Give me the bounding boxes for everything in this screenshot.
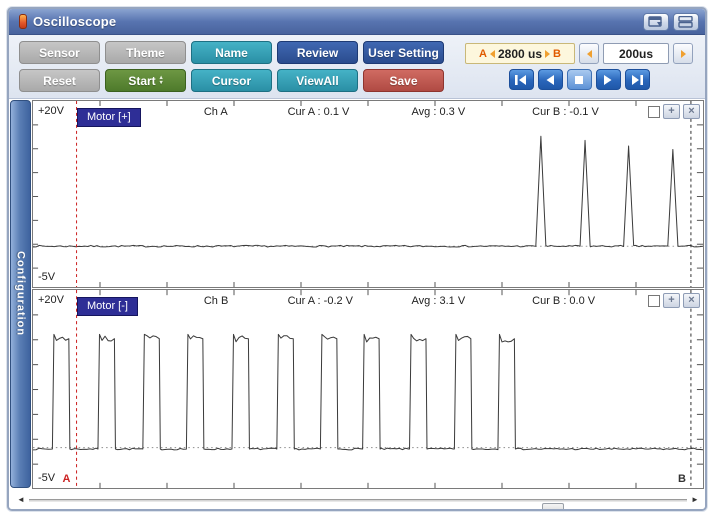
timebase-increase-button[interactable] (673, 43, 693, 64)
panel-a-title-badge[interactable]: Motor [+] (77, 108, 141, 127)
channel-b-waveform (33, 290, 703, 488)
name-button[interactable]: Name (191, 41, 272, 64)
panel-b-cursor-b-readout: Cur B : 0.0 V (532, 295, 595, 307)
oscilloscope-window: Oscilloscope Sensor Theme Name Review Us… (7, 7, 707, 511)
time-row: A 2800 us B 200us (465, 43, 693, 64)
window-layout-icon (678, 16, 694, 28)
main-area: Configuration +20V Motor [+] Ch A Cur A … (9, 99, 705, 489)
interval-right-arrow-icon (545, 50, 550, 58)
window-title: Oscilloscope (33, 14, 639, 29)
panel-a-close-button[interactable]: × (683, 104, 700, 119)
step-back-icon (542, 74, 558, 86)
panel-a-cursor-a-readout: Cur A : 0.1 V (288, 106, 350, 118)
panel-b-expand-button[interactable]: + (663, 293, 680, 308)
skip-to-start-icon (513, 74, 529, 86)
panel-b-vmin-label: -5V (38, 472, 55, 484)
skip-to-end-button[interactable] (625, 69, 650, 90)
stop-icon (571, 74, 587, 86)
panel-a-controls: + × (648, 104, 700, 119)
panel-b-controls: + × (648, 293, 700, 308)
start-label: Start (128, 74, 155, 88)
reset-button[interactable]: Reset (19, 69, 100, 92)
scroll-left-button[interactable]: ◄ (15, 493, 27, 505)
panel-b-channel-label: Ch B (204, 295, 228, 307)
sensor-button[interactable]: Sensor (19, 41, 100, 64)
toolbar-button-grid: Sensor Theme Name Review User Setting Re… (19, 41, 444, 92)
horizontal-scrollbar: ◄ ► (9, 489, 705, 509)
timebase-decrease-button[interactable] (579, 43, 599, 64)
cursor-button[interactable]: Cursor (191, 69, 272, 92)
cursor-a-marker-label[interactable]: A (63, 473, 71, 485)
play-icon (600, 74, 616, 86)
channel-a-waveform (33, 101, 703, 287)
play-forward-button[interactable] (596, 69, 621, 90)
viewall-button[interactable]: ViewAll (277, 69, 358, 92)
skip-to-end-icon (629, 74, 645, 86)
ab-interval-display: A 2800 us B (465, 43, 575, 64)
panel-b-cursor-a-readout: Cur A : -0.2 V (288, 295, 353, 307)
window-popout-icon (648, 16, 664, 28)
start-button[interactable]: Start ▴▾ (105, 69, 186, 92)
timebase-display: 200us (603, 43, 669, 64)
panel-b-checkbox[interactable] (648, 295, 660, 307)
configuration-label: Configuration (15, 251, 27, 336)
panel-a-channel-label: Ch A (204, 106, 228, 118)
screenshot-stage: Oscilloscope Sensor Theme Name Review Us… (0, 0, 715, 520)
transport-controls (509, 69, 650, 90)
panel-a-checkbox[interactable] (648, 106, 660, 118)
panel-b-close-button[interactable]: × (683, 293, 700, 308)
time-controls: A 2800 us B 200us (465, 43, 695, 90)
scrollbar-thumb[interactable] (542, 503, 564, 511)
panel-a-avg-readout: Avg : 0.3 V (412, 106, 466, 118)
panel-b-vmax-label: +20V (38, 294, 64, 306)
channel-a-panel: +20V Motor [+] Ch A Cur A : 0.1 V Avg : … (32, 100, 704, 288)
panel-a-expand-button[interactable]: + (663, 104, 680, 119)
scope-panels: +20V Motor [+] Ch A Cur A : 0.1 V Avg : … (32, 100, 704, 489)
timebase-right-arrow-icon (681, 50, 686, 58)
interval-left-arrow-icon (490, 50, 495, 58)
save-button[interactable]: Save (363, 69, 444, 92)
stop-button[interactable] (567, 69, 592, 90)
scroll-right-button[interactable]: ► (689, 493, 701, 505)
timebase-left-arrow-icon (587, 50, 592, 58)
spinner-arrows-icon: ▴▾ (160, 76, 163, 86)
theme-button[interactable]: Theme (105, 41, 186, 64)
toolbar: Sensor Theme Name Review User Setting Re… (9, 35, 705, 99)
channel-b-panel: +20V Motor [-] Ch B Cur A : -0.2 V Avg :… (32, 289, 704, 489)
review-button[interactable]: Review (277, 41, 358, 64)
panel-a-vmax-label: +20V (38, 105, 64, 117)
panel-b-avg-readout: Avg : 3.1 V (412, 295, 466, 307)
panel-a-cursor-b-readout: Cur B : -0.1 V (532, 106, 599, 118)
step-back-button[interactable] (538, 69, 563, 90)
window-layout-button[interactable] (673, 13, 699, 31)
cursor-b-marker-label[interactable]: B (678, 473, 686, 485)
window-popout-button[interactable] (643, 13, 669, 31)
scrollbar-track[interactable] (29, 499, 687, 502)
panel-a-vmin-label: -5V (38, 271, 55, 283)
titlebar: Oscilloscope (9, 9, 705, 35)
configuration-sidebar[interactable]: Configuration (10, 100, 31, 488)
skip-to-start-button[interactable] (509, 69, 534, 90)
cursor-b-letter: B (553, 48, 561, 60)
user-setting-button[interactable]: User Setting (363, 41, 444, 64)
ab-interval-value: 2800 us (498, 47, 542, 61)
cursor-a-letter: A (479, 48, 487, 60)
app-icon (19, 14, 27, 29)
panel-b-title-badge[interactable]: Motor [-] (77, 297, 138, 316)
